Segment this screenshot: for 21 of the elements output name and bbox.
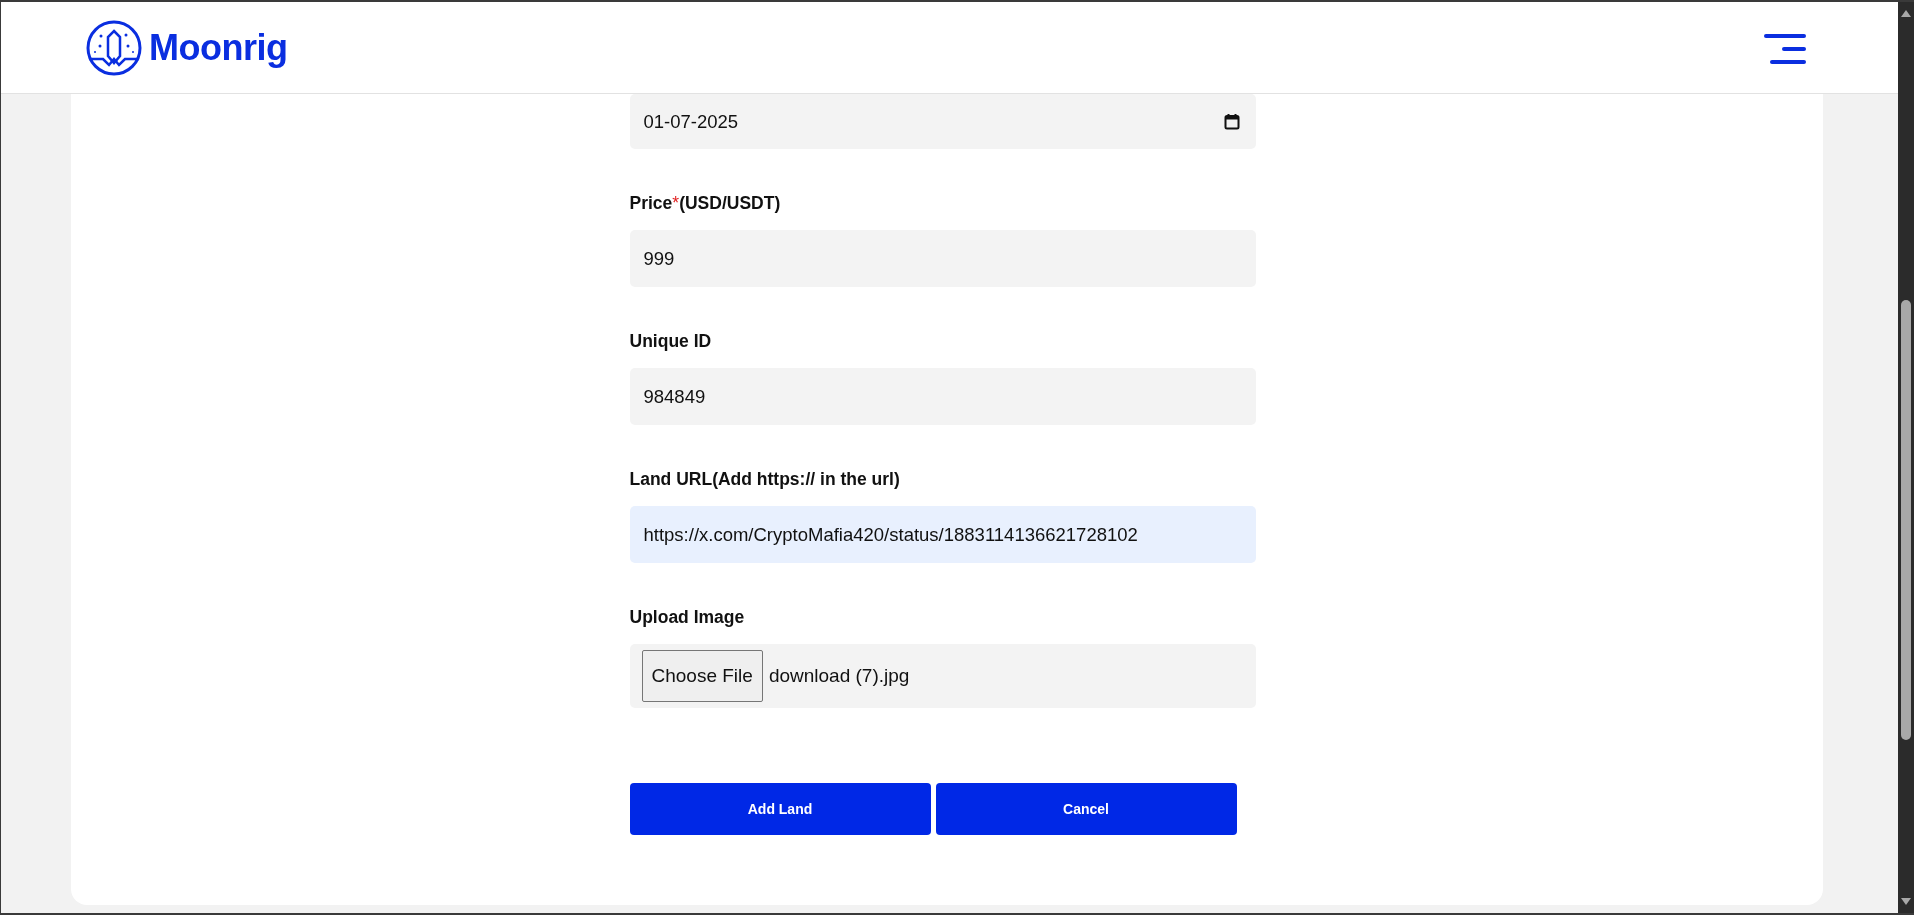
scrollbar-thumb[interactable] — [1901, 300, 1911, 740]
menu-icon[interactable] — [1764, 33, 1806, 64]
field-label: Unique ID — [629, 331, 713, 352]
field-label: Price*(USD/USDT) — [629, 193, 782, 214]
cancel-button[interactable]: Cancel — [935, 783, 1237, 835]
field-label: Upload Image — [629, 607, 746, 628]
logo-text[interactable]: Moonrig — [149, 26, 288, 69]
rocket-circle-logo-icon — [85, 18, 143, 77]
input-field[interactable]: 984849 — [629, 368, 1256, 425]
input-field[interactable]: https://x.com/CryptoMafia420/status/1883114136621728102 — [629, 506, 1256, 563]
field-label: Land URL(Add https:// in the url) — [629, 469, 901, 490]
file-name: download (7).jpg — [768, 665, 910, 687]
input-field[interactable]: 999 — [629, 230, 1256, 287]
calendar-icon[interactable] — [1223, 113, 1240, 130]
scroll-up-icon[interactable] — [1900, 8, 1912, 18]
file-upload-field[interactable]: Choose File download (7).jpg — [629, 644, 1256, 708]
add-land-button[interactable]: Add Land — [629, 783, 931, 835]
scroll-down-icon[interactable] — [1900, 897, 1912, 907]
scrollbar[interactable] — [1898, 2, 1914, 913]
date-input-field[interactable]: 01-07-2025 — [629, 94, 1256, 149]
choose-file-button[interactable]: Choose File — [641, 650, 763, 702]
